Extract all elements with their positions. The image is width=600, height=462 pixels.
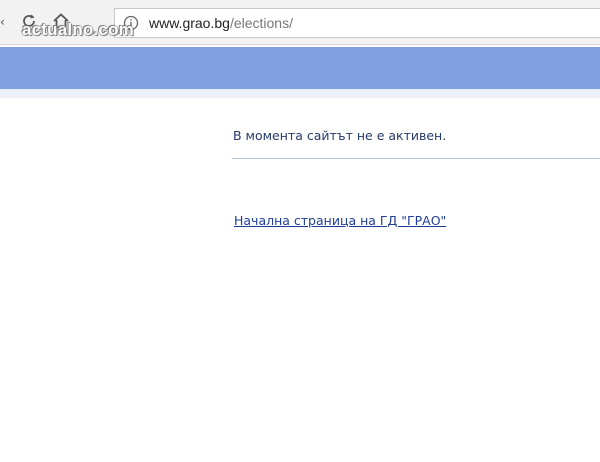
url-text[interactable]: www.grao.bg/elections/ [149, 15, 293, 32]
header-band [0, 47, 600, 89]
browser-toolbar: ‹ www.grao.bg/elections/ actualno.com [0, 0, 600, 45]
reload-icon[interactable] [20, 12, 38, 30]
header-subband [0, 89, 600, 98]
url-host: www.grao.bg [149, 15, 230, 31]
status-message: В момента сайтът не е активен. [233, 128, 447, 143]
info-icon[interactable] [123, 15, 139, 31]
home-page-link[interactable]: Начална страница на ГД "ГРАО" [234, 213, 446, 228]
home-icon[interactable] [52, 12, 70, 30]
divider [232, 158, 600, 159]
address-bar[interactable]: www.grao.bg/elections/ [114, 8, 600, 38]
url-path: /elections/ [229, 15, 293, 31]
back-arrow-icon[interactable]: ‹ [0, 14, 8, 30]
